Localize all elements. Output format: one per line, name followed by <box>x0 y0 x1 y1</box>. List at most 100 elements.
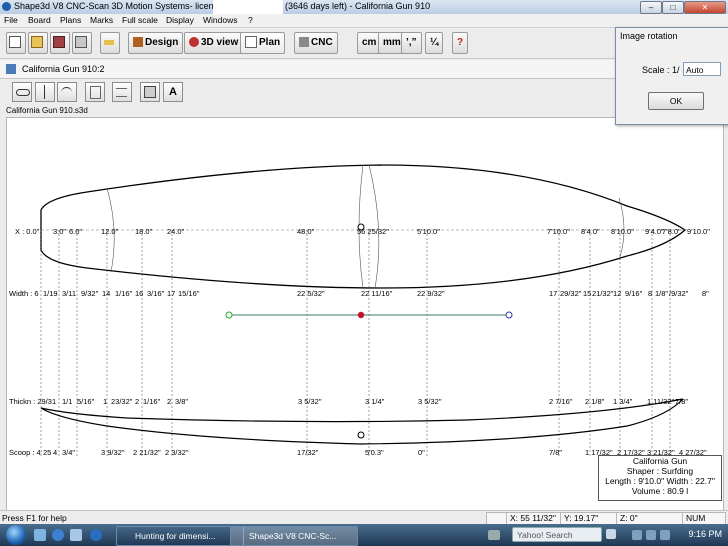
menu-file[interactable]: File <box>4 15 18 25</box>
x-value: 18.0" <box>135 227 153 236</box>
start-button[interactable] <box>6 525 26 545</box>
crosshair-button[interactable] <box>35 82 55 102</box>
taskbar: Hunting for dimensi... Shape3d V8 CNC-Sc… <box>0 524 728 546</box>
list-icon <box>116 88 127 97</box>
inch-units-button[interactable]: ’,” <box>401 32 422 54</box>
new-file-icon <box>9 36 21 49</box>
board-info-box: California Gun Shaper : Surfding Length … <box>598 455 722 501</box>
taskbar-item-browser[interactable]: Hunting for dimensi... <box>116 526 244 546</box>
text-tool-icon: A <box>169 86 177 98</box>
scoop-value: 4 <box>53 448 57 457</box>
menu-plans[interactable]: Plans <box>60 15 81 25</box>
x-value: 8'4.0" <box>581 227 600 236</box>
search-go-icon[interactable] <box>606 529 616 539</box>
close-button[interactable]: ✕ <box>684 1 726 14</box>
ie-icon[interactable] <box>52 529 64 541</box>
width-label: Width : 6 <box>9 289 39 298</box>
slider-start-handle <box>225 311 233 319</box>
design-tab[interactable]: Design <box>128 32 184 54</box>
view3d-tab[interactable]: 3D view <box>184 32 244 54</box>
measure-button[interactable] <box>100 32 120 54</box>
thickness-value: 23/32" <box>111 397 133 406</box>
document-icon <box>6 64 16 74</box>
yahoo-search-box[interactable]: Yahoo! Search <box>512 527 602 542</box>
scoop-value: 7/8" <box>549 448 562 457</box>
new-file-button[interactable] <box>6 32 26 54</box>
x-value: 6.0" <box>69 227 82 236</box>
page-button[interactable] <box>85 82 105 102</box>
scoop-value: 17/32" <box>297 448 319 457</box>
print-button[interactable] <box>72 32 92 54</box>
open-file-button[interactable] <box>28 32 48 54</box>
scoop-value: 0" <box>418 448 425 457</box>
width-value: 3/16" <box>147 289 165 298</box>
menu-marks[interactable]: Marks <box>90 15 113 25</box>
fraction-units-button[interactable]: ¼ <box>425 32 444 54</box>
tray-icon-3[interactable] <box>660 530 670 540</box>
plan-drawing: X : 0.0" 3.0" 6.0" 12.0" 18.0" 24.0" 48.… <box>9 164 710 457</box>
thickness-row: Thickn : 29/3 1 1/1 5/16" 1 23/32" 2 1/1… <box>9 397 688 406</box>
width-value: 9/16" <box>625 289 643 298</box>
text-tool-button[interactable]: A <box>163 82 183 102</box>
thickness-value: 1/1 <box>62 397 72 406</box>
menu-windows[interactable]: Windows <box>203 15 237 25</box>
ok-button[interactable]: OK <box>648 92 704 110</box>
plan-canvas[interactable]: X : 0.0" 3.0" 6.0" 12.0" 18.0" 24.0" 48.… <box>6 117 724 511</box>
thickness-label: Thickn : 29/3 <box>9 397 52 406</box>
mm-label: mm <box>383 37 401 48</box>
menu-board[interactable]: Board <box>28 15 51 25</box>
tray-icon-1[interactable] <box>632 530 642 540</box>
plan-tab[interactable]: Plan <box>240 32 286 54</box>
width-value: /9/32" <box>669 289 689 298</box>
menu-full-scale[interactable]: Full scale <box>122 15 158 25</box>
thickness-value: 2 <box>135 397 139 406</box>
printer-icon <box>75 36 87 49</box>
rocker-view-button[interactable] <box>57 82 77 102</box>
maximize-button[interactable]: □ <box>662 1 684 14</box>
cm-label: cm <box>362 37 377 48</box>
scale-label: Scale : 1/ <box>642 65 680 75</box>
thickness-value: 5/16" <box>77 397 95 406</box>
list-button[interactable] <box>112 82 132 102</box>
taskbar-item-shape3d[interactable]: Shape3d V8 CNC-Sc... <box>230 526 358 546</box>
grid-icon <box>144 86 156 98</box>
width-value: 22 9/32" <box>417 289 445 298</box>
thickness-value: 2 7/16" <box>549 397 573 406</box>
menu-display[interactable]: Display <box>166 15 194 25</box>
thickness-value: 3/8" <box>175 397 188 406</box>
board-volume: Volume : 80.9 l <box>631 486 689 496</box>
redacted-licensee <box>213 0 283 14</box>
minimize-button[interactable]: – <box>640 1 662 14</box>
grid-button[interactable] <box>140 82 160 102</box>
thickness-value: 1/16" <box>143 397 161 406</box>
menu-help[interactable]: ? <box>248 15 253 25</box>
thickness-value: 1 <box>52 397 56 406</box>
show-desktop-icon[interactable] <box>34 529 46 541</box>
media-icon[interactable] <box>90 529 102 541</box>
tray-icon-2[interactable] <box>646 530 656 540</box>
switch-windows-icon[interactable] <box>70 529 82 541</box>
thickness-value: 2 <box>167 397 171 406</box>
width-value: 1/8" <box>655 289 668 298</box>
scale-input[interactable]: Auto <box>683 62 721 76</box>
scoop-value: 3 9/32" <box>101 448 125 457</box>
scoop-label: Scoop : 4 <box>9 448 41 457</box>
width-value: 8 <box>648 289 652 298</box>
outline-view-button[interactable] <box>12 82 32 102</box>
rocker-marker <box>357 431 365 439</box>
x-value: 24.0" <box>167 227 185 236</box>
hp-icon[interactable] <box>488 530 500 540</box>
save-button[interactable] <box>50 32 70 54</box>
x-label: X : 0.0" <box>15 227 40 236</box>
cnc-tab[interactable]: CNC <box>294 32 338 54</box>
thickness-value: 3 5/32" <box>418 397 442 406</box>
slider-end-handle <box>505 311 513 319</box>
width-value: 9/32" <box>81 289 99 298</box>
x-value: 7'8.0" <box>662 227 681 236</box>
window-titlebar: Shape3d V8 CNC-Scan 3D Motion Systems- l… <box>0 0 728 15</box>
scoop-value: 2 3/32" <box>165 448 189 457</box>
design-icon <box>133 37 143 48</box>
width-value: 29/32" <box>560 289 582 298</box>
help-button[interactable]: ? <box>452 32 469 54</box>
scoop-value: 3/4" <box>62 448 75 457</box>
